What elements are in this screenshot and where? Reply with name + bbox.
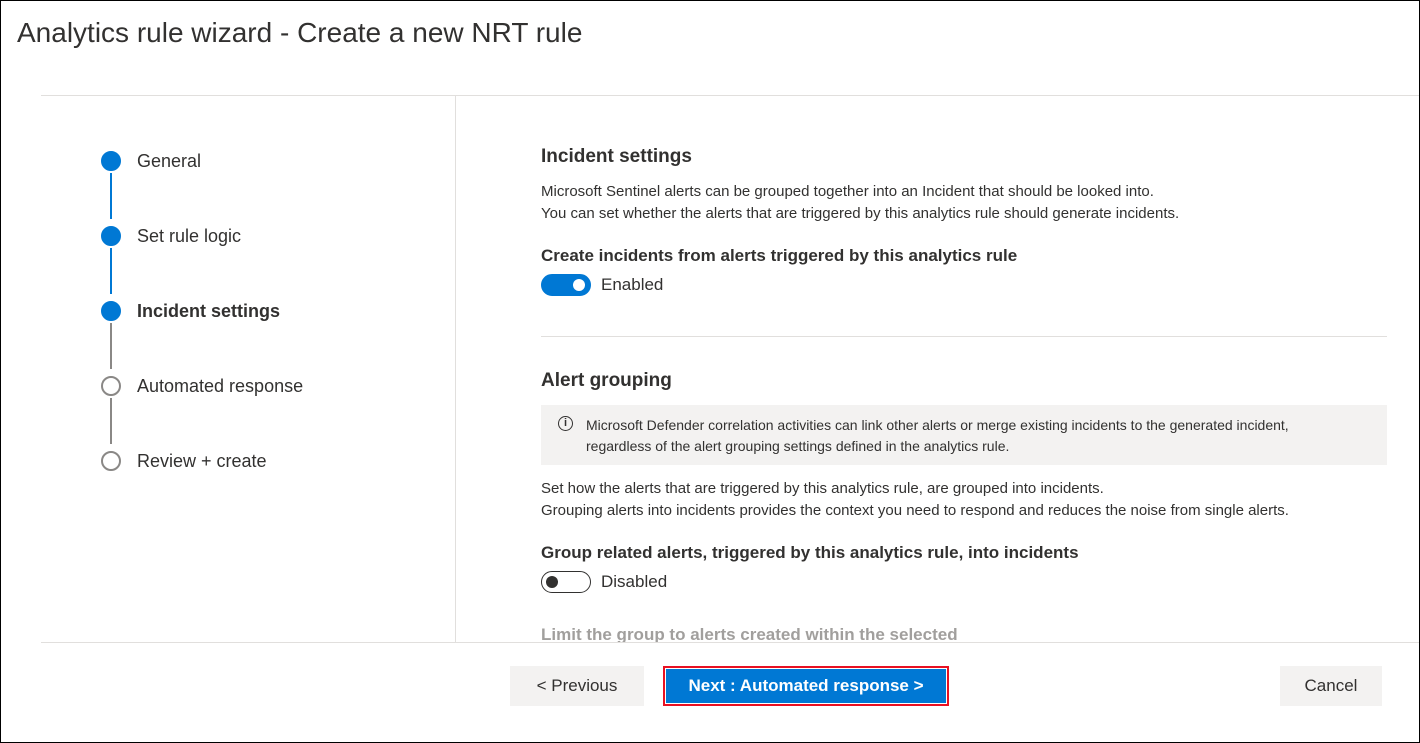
section-divider — [541, 336, 1387, 337]
step-connector — [110, 323, 112, 369]
alert-grouping-heading: Alert grouping — [541, 370, 672, 391]
toggle-knob — [573, 279, 585, 291]
info-icon: i — [558, 416, 573, 431]
page-title: Analytics rule wizard - Create a new NRT… — [17, 17, 583, 48]
wizard-window: Analytics rule wizard - Create a new NRT… — [0, 0, 1420, 743]
info-banner-text: Microsoft Defender correlation activitie… — [586, 415, 1289, 457]
step-general[interactable]: General — [101, 149, 201, 173]
step-review-create[interactable]: Review + create — [101, 449, 267, 473]
step-complete-icon — [101, 151, 121, 171]
incident-settings-heading: Incident settings — [541, 146, 692, 167]
create-incidents-toggle-row: Enabled — [541, 273, 663, 297]
create-incidents-state: Enabled — [601, 275, 664, 294]
step-connector — [110, 248, 112, 294]
incident-settings-description: Microsoft Sentinel alerts can be grouped… — [541, 183, 1154, 200]
step-label: Automated response — [137, 375, 304, 396]
info-banner: i Microsoft Defender correlation activit… — [541, 405, 1387, 465]
create-incidents-toggle[interactable] — [541, 274, 591, 296]
step-connector — [110, 173, 112, 219]
step-pending-icon — [101, 451, 121, 471]
create-incidents-label: Create incidents from alerts triggered b… — [541, 246, 1018, 265]
alert-grouping-description: Set how the alerts that are triggered by… — [541, 480, 1104, 497]
step-label: Set rule logic — [137, 225, 242, 246]
step-label: General — [137, 150, 202, 171]
alert-grouping-description: Grouping alerts into incidents provides … — [541, 502, 1289, 519]
footer-divider — [41, 642, 1419, 643]
next-button[interactable]: Next : Automated response > — [663, 666, 949, 706]
toggle-knob — [546, 576, 558, 588]
group-alerts-toggle-row: Disabled — [541, 570, 667, 594]
step-incident-settings[interactable]: Incident settings — [101, 299, 280, 323]
group-alerts-toggle[interactable] — [541, 571, 591, 593]
step-complete-icon — [101, 226, 121, 246]
step-connector — [110, 398, 112, 444]
step-label: Incident settings — [137, 300, 281, 321]
group-alerts-label: Group related alerts, triggered by this … — [541, 543, 1079, 562]
header-divider — [41, 95, 1419, 96]
previous-button[interactable]: < Previous — [510, 666, 644, 706]
step-set-rule-logic[interactable]: Set rule logic — [101, 224, 241, 248]
stepper-divider — [455, 96, 456, 642]
step-pending-icon — [101, 376, 121, 396]
cancel-button[interactable]: Cancel — [1280, 666, 1382, 706]
info-banner-line: regardless of the alert grouping setting… — [586, 438, 1010, 454]
step-current-icon — [101, 301, 121, 321]
limit-group-label: Limit the group to alerts created within… — [541, 625, 958, 642]
incident-settings-description: You can set whether the alerts that are … — [541, 205, 1180, 222]
step-label: Review + create — [137, 450, 267, 471]
step-automated-response[interactable]: Automated response — [101, 374, 303, 398]
info-banner-line: Microsoft Defender correlation activitie… — [586, 417, 1289, 433]
group-alerts-state: Disabled — [601, 572, 668, 591]
